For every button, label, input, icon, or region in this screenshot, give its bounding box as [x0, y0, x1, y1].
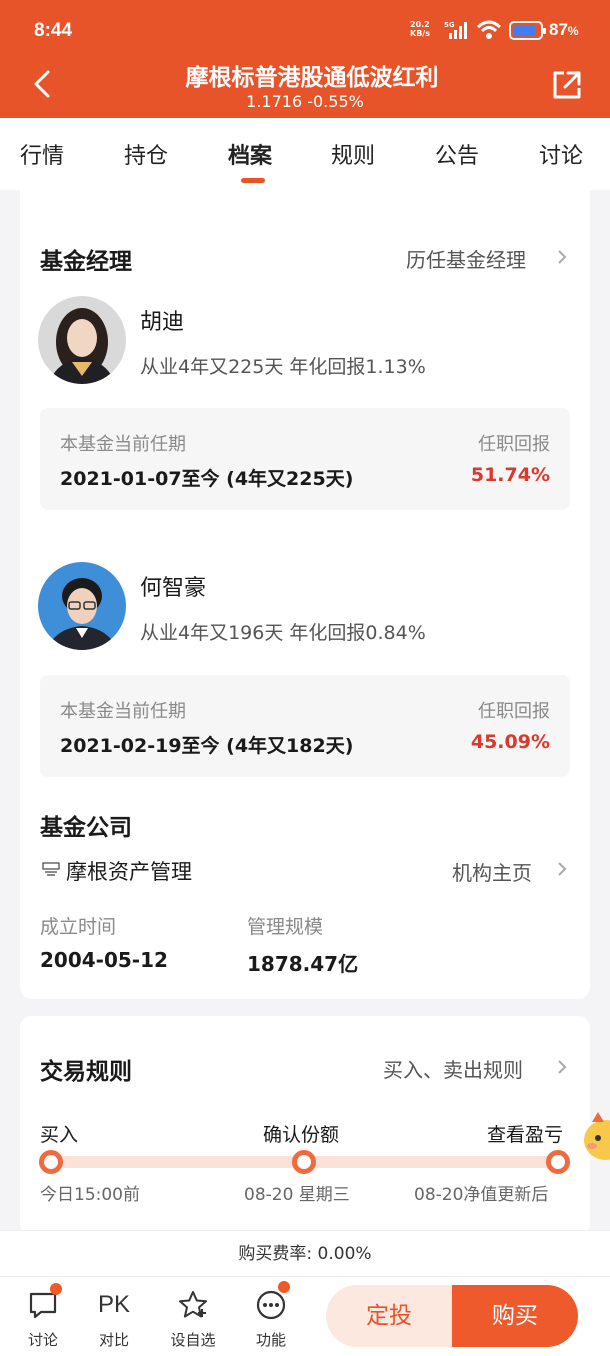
fund-title: 摩根标普港股通低波红利: [185, 65, 439, 88]
tab-active-indicator: [241, 178, 265, 183]
buy-sell-rules-link[interactable]: 买入、卖出规则: [383, 1054, 523, 1083]
manager-meta: 从业4年又225天 年化回报1.13%: [140, 356, 426, 378]
share-icon[interactable]: [550, 68, 584, 102]
battery-percent: 87%: [549, 20, 579, 39]
manager-term-box: 本基金当前任期 2021-02-19至今 (4年又182天) 任职回报 45.0…: [40, 675, 570, 777]
buy-button[interactable]: 购买: [452, 1285, 578, 1347]
auto-invest-button[interactable]: 定投: [326, 1285, 452, 1347]
step-buy-time: 今日15:00前: [40, 1185, 140, 1205]
manager-name[interactable]: 何智豪: [140, 570, 206, 602]
nav-watchlist-label: 设自选: [170, 1331, 216, 1349]
aum-label: 管理规模: [247, 916, 324, 938]
star-icon: [179, 1291, 207, 1318]
step-profit-label: 查看盈亏: [487, 1124, 564, 1146]
nav-discussion[interactable]: 讨论: [8, 1277, 78, 1356]
nav-watchlist[interactable]: 设自选: [158, 1277, 228, 1356]
tab-market[interactable]: 行情: [20, 138, 64, 170]
avatar[interactable]: [38, 562, 126, 650]
mascot-icon[interactable]: [582, 1108, 610, 1164]
back-arrow-icon[interactable]: [28, 66, 58, 102]
manager-meta: 从业4年又196天 年化回报0.84%: [140, 622, 426, 644]
founded-date: 2004-05-12: [40, 948, 168, 972]
tab-discussion[interactable]: 讨论: [539, 138, 583, 170]
tab-profile[interactable]: 档案: [228, 138, 272, 170]
avatar[interactable]: [38, 296, 126, 384]
term-label: 本基金当前任期: [60, 701, 186, 722]
pk-icon: PK: [97, 1291, 130, 1318]
return-value: 45.09%: [470, 731, 550, 753]
nav-compare[interactable]: PK 对比: [79, 1277, 149, 1356]
more-icon: [256, 1290, 286, 1320]
step-dot: [39, 1150, 63, 1174]
history-managers-link[interactable]: 历任基金经理: [406, 244, 526, 273]
step-profit-time: 08-20净值更新后: [414, 1185, 549, 1205]
notification-dot: [278, 1281, 290, 1293]
tab-holdings[interactable]: 持仓: [124, 138, 168, 170]
term-label: 本基金当前任期: [60, 434, 186, 455]
chevron-right-icon[interactable]: [556, 1058, 568, 1076]
step-buy-label: 买入: [40, 1124, 79, 1146]
battery-icon: [509, 21, 546, 40]
section-title-fund-manager: 基金经理: [40, 249, 132, 275]
fund-manager-card: 基金经理 历任基金经理 胡迪 从业4年又225天 年化回报1.13% 本基金当前…: [20, 190, 590, 999]
manager-term-box: 本基金当前任期 2021-01-07至今 (4年又225天) 任职回报 51.7…: [40, 408, 570, 510]
manager-name[interactable]: 胡迪: [140, 304, 184, 336]
company-logo-icon: [42, 862, 60, 876]
step-confirm-label: 确认份额: [263, 1124, 340, 1146]
tab-announcements[interactable]: 公告: [435, 138, 479, 170]
return-value: 51.74%: [470, 464, 550, 486]
term-date: 2021-01-07至今 (4年又225天): [60, 468, 354, 490]
step-dot: [292, 1150, 316, 1174]
step-confirm-time: 08-20 星期三: [244, 1185, 350, 1205]
step-dot: [546, 1150, 570, 1174]
status-bar: 8:44 20.2 KB/s 5G 87%: [0, 0, 610, 58]
founded-label: 成立时间: [40, 916, 117, 938]
return-label: 任职回报: [478, 434, 550, 455]
nav-functions-label: 功能: [255, 1331, 286, 1349]
tab-bar: 行情 持仓 档案 规则 公告 讨论: [0, 118, 610, 190]
app-header: 8:44 20.2 KB/s 5G 87% 摩根标普港股通低波红利 1.1716 …: [0, 0, 610, 118]
aum-value: 1878.47亿: [247, 952, 359, 976]
section-title-fund-company: 基金公司: [40, 815, 132, 841]
fund-nav-change: 1.1716 -0.55%: [246, 92, 364, 111]
notification-dot: [50, 1283, 62, 1295]
chevron-right-icon[interactable]: [556, 860, 568, 878]
nav-discussion-label: 讨论: [27, 1331, 58, 1349]
svg-text:5G: 5G: [444, 21, 455, 29]
institution-homepage-link[interactable]: 机构主页: [452, 857, 532, 886]
bottom-action-bar: 讨论 PK 对比 设自选 功能 定投 购买: [0, 1276, 610, 1356]
nav-compare-label: 对比: [98, 1331, 129, 1349]
net-speed: 20.2 KB/s: [410, 20, 430, 38]
nav-functions[interactable]: 功能: [236, 1277, 306, 1356]
company-name[interactable]: 摩根资产管理: [66, 856, 192, 886]
chevron-right-icon[interactable]: [556, 248, 568, 266]
trade-rules-card: 交易规则 买入、卖出规则 买入 确认份额 查看盈亏 今日15:00前 08-20…: [20, 1016, 590, 1236]
section-title-trade-rules: 交易规则: [40, 1059, 132, 1085]
status-time: 8:44: [34, 20, 73, 41]
return-label: 任职回报: [478, 701, 550, 722]
term-date: 2021-02-19至今 (4年又182天): [60, 735, 354, 757]
wifi-icon: [476, 20, 502, 39]
purchase-fee: 购买费率: 0.00%: [0, 1230, 610, 1276]
signal-icon: 5G: [444, 21, 467, 39]
tab-rules[interactable]: 规则: [331, 138, 375, 170]
